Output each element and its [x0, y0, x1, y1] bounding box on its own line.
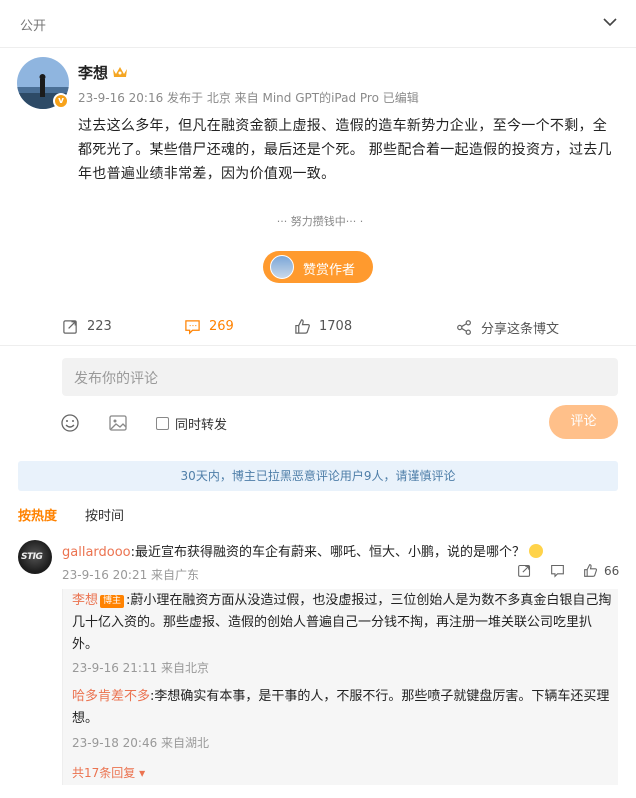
- tab-sort-time[interactable]: 按时间: [85, 505, 124, 524]
- reward-author-button[interactable]: 赞赏作者: [263, 251, 373, 283]
- comment-actions: 66: [517, 563, 619, 578]
- crown-icon: [113, 67, 127, 77]
- author-tag-badge: 博主: [100, 595, 125, 608]
- comment-text: :最近宣布获得融资的车企有蔚来、哪吒、恒大、小鹏，说的是哪个？: [130, 545, 526, 560]
- more-replies-link[interactable]: 共17条回复 ▾: [72, 764, 145, 781]
- comment-button[interactable]: 269: [184, 318, 234, 335]
- reply-thread: 李想 博主:蔚小理在融资方面从没造过假，也没虚报过，三位创始人是为数不多真金白银自…: [62, 589, 618, 785]
- reply-author[interactable]: 李想: [72, 593, 98, 608]
- section-divider: [0, 345, 636, 346]
- comment-meta: 23-9-16 20:21 来自广东: [62, 568, 200, 582]
- post-action-bar: 223 269 1708 分享这条博文: [0, 310, 636, 346]
- reply-meta: 23-9-18 20:46 来自湖北: [72, 736, 210, 750]
- share-button[interactable]: 分享这条博文: [456, 318, 559, 337]
- like-button[interactable]: 1708: [294, 318, 352, 335]
- share-label: 分享这条博文: [481, 322, 560, 337]
- repost-icon[interactable]: [517, 563, 532, 578]
- post-content: 过去这么多年，但凡在融资金额上虚报、造假的造车新势力企业，至今一个不剩，全都死光…: [78, 118, 612, 182]
- emoji-icon[interactable]: [60, 413, 80, 433]
- comment-count: 269: [209, 319, 234, 334]
- reward-avatar: [270, 255, 294, 279]
- visibility-label: 公开: [20, 19, 47, 34]
- tab-sort-hot[interactable]: 按热度: [18, 505, 57, 524]
- verified-badge-icon: v: [53, 93, 69, 109]
- reward-tagline: ··· 努力攒钱中··· ·: [276, 215, 364, 228]
- comment-like-count: 66: [604, 563, 620, 578]
- comment-body: gallardooo:最近宣布获得融资的车企有蔚来、哪吒、恒大、小鹏，说的是哪个…: [62, 541, 544, 560]
- reply-meta: 23-9-16 21:11 来自北京: [72, 661, 210, 675]
- post-meta: 23-9-16 20:16 发布于 北京 来自 Mind GPT的iPad Pr…: [78, 91, 419, 105]
- comment-like-button[interactable]: 66: [583, 563, 619, 578]
- repost-button[interactable]: 223: [62, 318, 112, 335]
- repost-checkbox[interactable]: [156, 416, 169, 430]
- comment-notice: 30天内，博主已拉黑恶意评论用户9人，请谨慎评论: [18, 461, 618, 491]
- comment-input[interactable]: 发布你的评论: [62, 358, 618, 396]
- top-bar: 公开: [0, 0, 636, 48]
- submit-comment-button[interactable]: 评论: [549, 405, 618, 439]
- reply-item: 李想 博主:蔚小理在融资方面从没造过假，也没虚报过，三位创始人是为数不多真金白银自…: [72, 590, 612, 656]
- commenter-avatar[interactable]: STIG: [18, 540, 52, 574]
- thumbs-up-icon: [295, 319, 310, 334]
- comment-icon: [185, 320, 200, 335]
- image-icon[interactable]: [108, 413, 128, 433]
- composer-tools: 同时转发: [60, 410, 227, 436]
- reply-text: :李想确实有本事，是干事的人，不服不行。那些喷子就键盘厉害。下辆车还买理想。: [72, 689, 610, 726]
- repost-count: 223: [87, 319, 112, 334]
- like-count: 1708: [319, 319, 353, 334]
- reply-author[interactable]: 哈多肯差不多: [72, 689, 150, 704]
- repost-icon: [63, 320, 77, 334]
- reward-label: 赞赏作者: [303, 263, 356, 278]
- reply-item: 哈多肯差不多:李想确实有本事，是干事的人，不服不行。那些喷子就键盘厉害。下辆车还…: [72, 686, 612, 730]
- comment-icon[interactable]: [550, 563, 565, 578]
- repost-checkbox-label[interactable]: 同时转发: [175, 414, 227, 433]
- thumbs-up-icon: [584, 564, 598, 577]
- author-name[interactable]: 李想: [78, 62, 108, 83]
- commenter-name[interactable]: gallardooo: [62, 545, 131, 560]
- reply-text: :蔚小理在融资方面从没造过假，也没虚报过，三位创始人是为数不多真金白银自己掏几十…: [72, 593, 612, 652]
- commenter-avatar-logo: STIG: [21, 552, 43, 562]
- thinking-emoji-icon: [529, 544, 544, 558]
- share-icon: [457, 320, 471, 335]
- sort-tabs: 按热度 按时间: [18, 505, 124, 524]
- chevron-down-icon[interactable]: [602, 14, 618, 30]
